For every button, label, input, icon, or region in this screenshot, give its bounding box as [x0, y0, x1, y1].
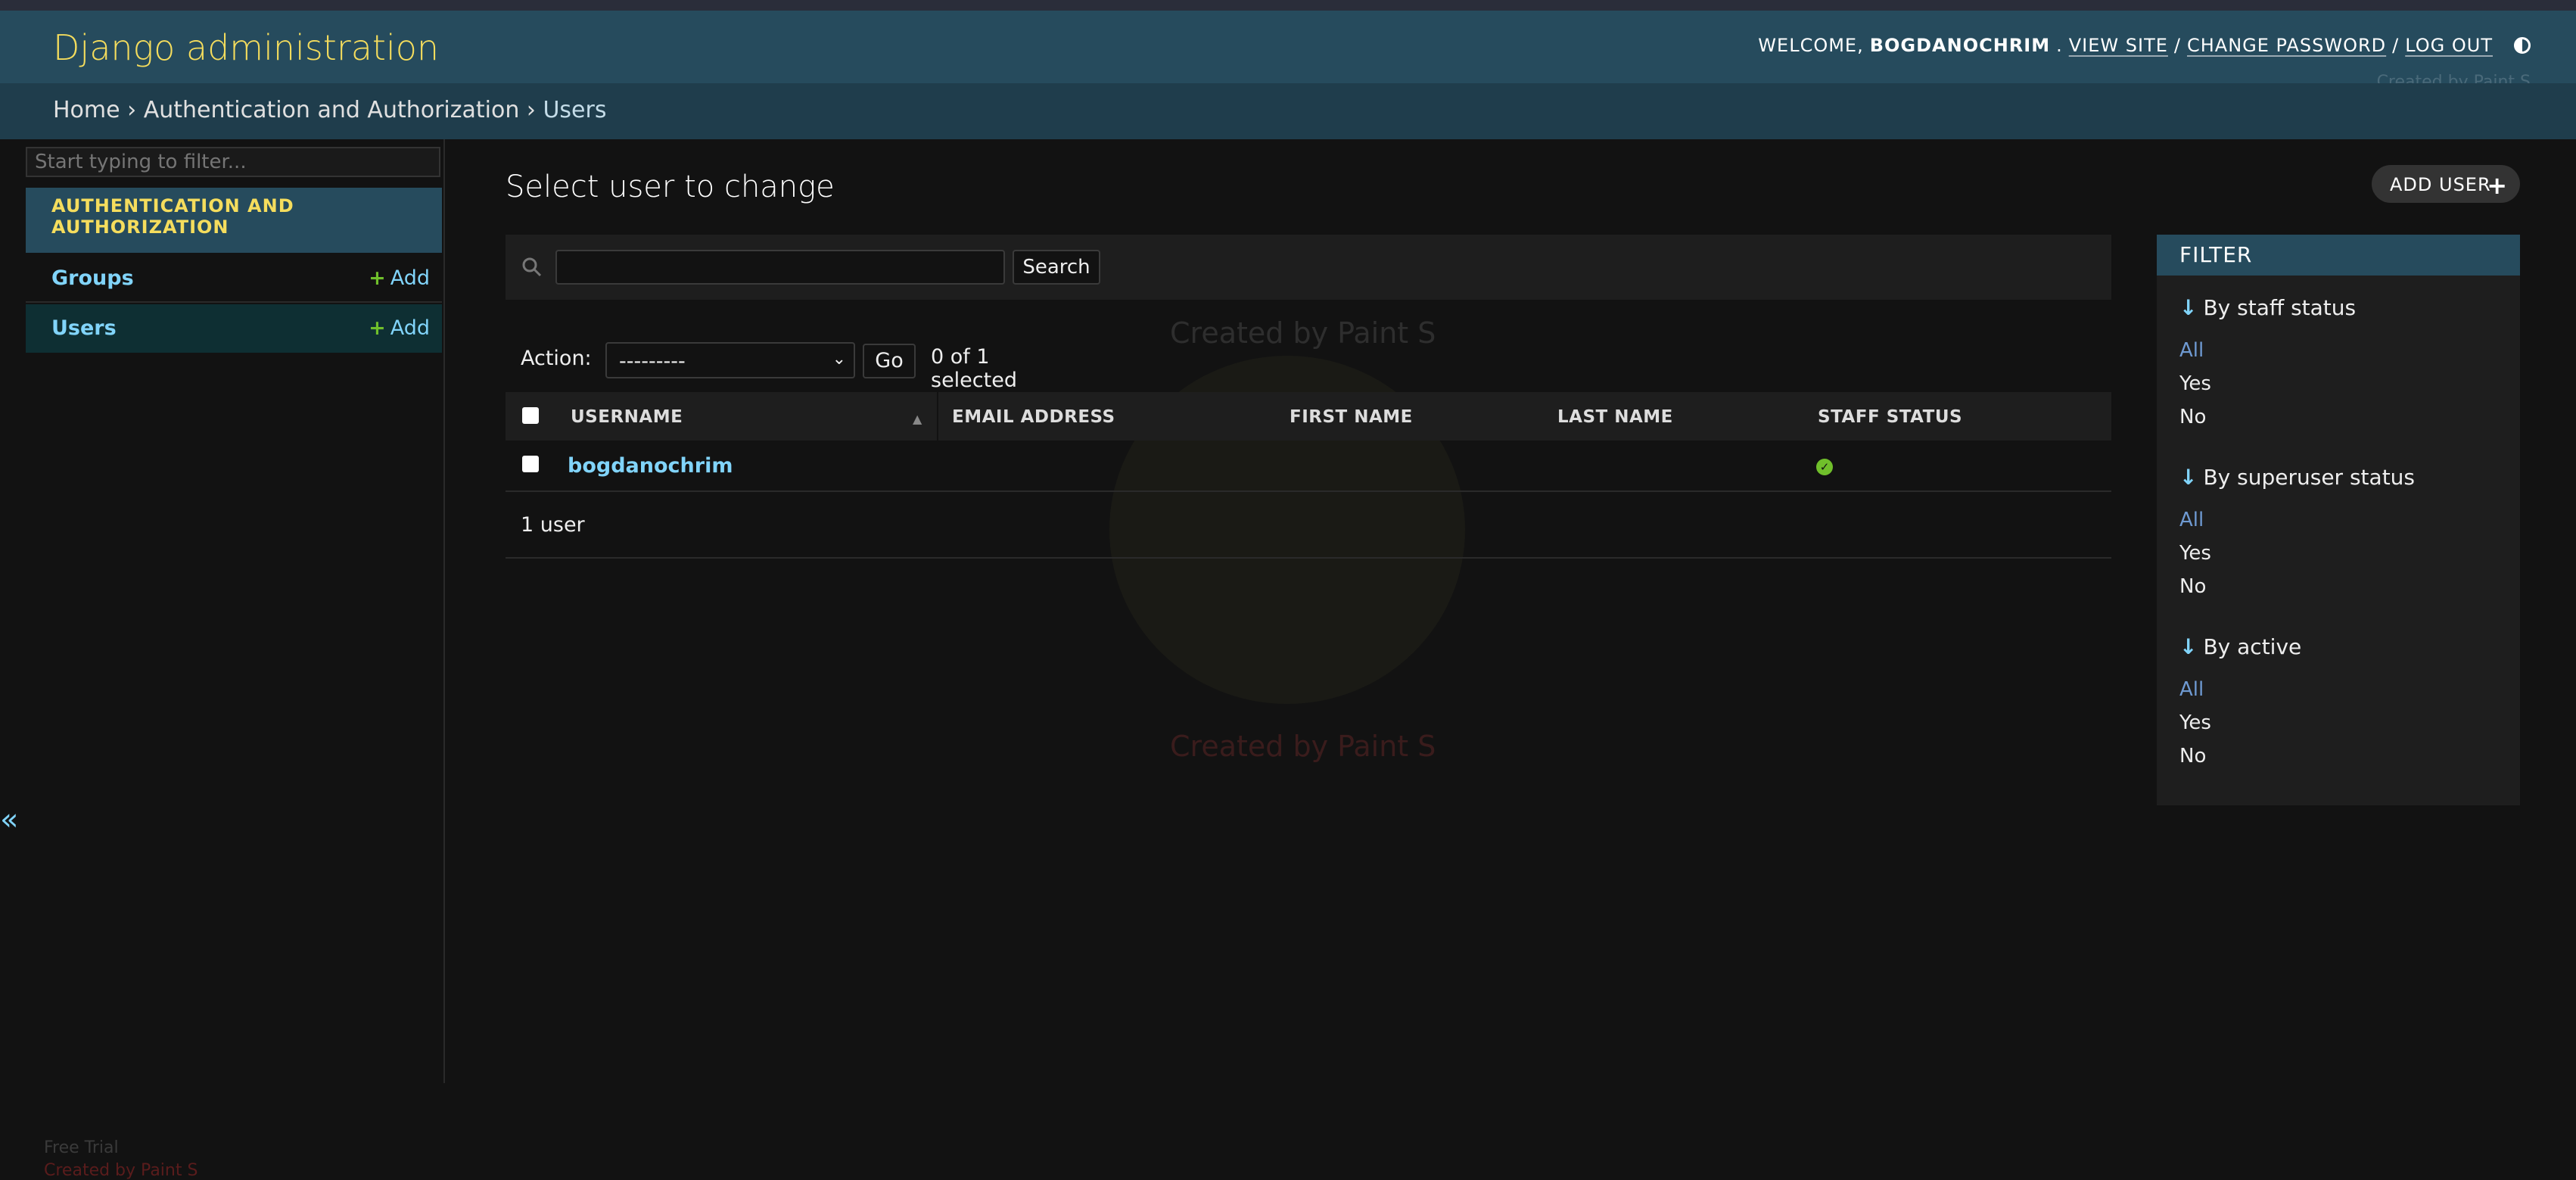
- view-site-link[interactable]: VIEW SITE: [2069, 35, 2168, 56]
- divider: [506, 557, 2111, 559]
- separator: /: [2392, 35, 2400, 56]
- watermark: Created by Paint S: [1170, 316, 1436, 350]
- filter-heading-label: By active: [2203, 634, 2302, 659]
- filter-option-all[interactable]: All: [2179, 678, 2204, 701]
- select-all-checkbox[interactable]: [522, 407, 539, 424]
- filter-option-no[interactable]: No: [2179, 406, 2206, 428]
- sidebar-add-users[interactable]: + Add: [369, 316, 430, 340]
- column-username[interactable]: USERNAME: [571, 407, 683, 427]
- sidebar-item-label[interactable]: Groups: [51, 266, 134, 290]
- welcome-text: WELCOME,: [1758, 35, 1864, 56]
- site-branding[interactable]: Django administration: [53, 27, 439, 68]
- sidebar-item-groups: Groups + Add: [26, 254, 442, 303]
- filter-option-no[interactable]: No: [2179, 575, 2206, 598]
- table-row: bogdanochrim ✓: [506, 442, 2111, 492]
- watermark: Created by Paint S: [44, 1161, 198, 1180]
- table-header: USERNAME ▲ EMAIL ADDRESS FIRST NAME LAST…: [506, 392, 2111, 441]
- nav-sidebar: AUTHENTICATION AND AUTHORIZATION Groups …: [26, 139, 445, 1180]
- filter-heading[interactable]: ↓ By active: [2179, 634, 2301, 659]
- column-staff-status[interactable]: STAFF STATUS: [1818, 407, 1962, 427]
- filter-panel: FILTER ↓ By staff status All Yes No ↓ By s…: [2157, 235, 2520, 805]
- sidebar-item-users: Users + Add: [26, 304, 442, 353]
- watermark: Created by Paint S: [1170, 730, 1436, 763]
- add-label: Add: [390, 266, 430, 290]
- plus-icon: +: [369, 316, 386, 340]
- action-label: Action:: [521, 347, 592, 370]
- filter-title: FILTER: [2157, 235, 2520, 276]
- app-caption-auth[interactable]: AUTHENTICATION AND AUTHORIZATION: [26, 188, 442, 253]
- filter-option-yes[interactable]: Yes: [2179, 372, 2211, 395]
- chevron-down-icon: ⌄: [832, 350, 846, 369]
- log-out-link[interactable]: LOG OUT: [2405, 35, 2493, 56]
- filter-option-all[interactable]: All: [2179, 509, 2204, 531]
- filter-heading-label: By superuser status: [2203, 465, 2416, 490]
- change-password-link[interactable]: CHANGE PASSWORD: [2187, 35, 2386, 56]
- filter-heading-label: By staff status: [2203, 295, 2357, 320]
- breadcrumb-app[interactable]: Authentication and Authorization: [144, 97, 520, 123]
- column-divider: [937, 392, 938, 441]
- selection-counter: 0 of 1 selected: [931, 345, 1017, 392]
- add-user-button[interactable]: ADD USER +: [2372, 165, 2520, 203]
- breadcrumb-current: Users: [543, 97, 607, 123]
- header: Django administration WELCOME, BOGDANOCH…: [0, 11, 2576, 92]
- column-first-name[interactable]: FIRST NAME: [1290, 407, 1413, 427]
- theme-toggle-icon[interactable]: [2514, 37, 2531, 54]
- plus-icon: +: [369, 266, 386, 290]
- row-checkbox[interactable]: [522, 456, 539, 472]
- sort-ascending-icon[interactable]: ▲: [913, 412, 922, 426]
- filter-heading[interactable]: ↓ By superuser status: [2179, 465, 2415, 490]
- action-select-value: ---------: [619, 350, 686, 373]
- add-user-label: ADD USER: [2390, 174, 2491, 195]
- sidebar-add-groups[interactable]: + Add: [369, 266, 430, 290]
- go-button[interactable]: Go: [863, 344, 916, 378]
- arrow-down-icon: ↓: [2179, 465, 2198, 490]
- column-last-name[interactable]: LAST NAME: [1557, 407, 1673, 427]
- window-top-strip: [0, 0, 2576, 11]
- username-link[interactable]: bogdanochrim: [568, 454, 733, 478]
- breadcrumb-home[interactable]: Home: [53, 97, 120, 123]
- watermark: Free Trial: [44, 1138, 119, 1157]
- column-email[interactable]: EMAIL ADDRESS: [952, 407, 1115, 427]
- breadcrumb-separator: ›: [127, 97, 137, 123]
- search-input[interactable]: [555, 250, 1005, 285]
- check-icon: ✓: [1816, 459, 1833, 475]
- search-button[interactable]: Search: [1013, 250, 1100, 285]
- plus-icon: +: [2487, 171, 2508, 200]
- search-toolbar: Search: [506, 235, 2111, 300]
- nav-filter-input[interactable]: [26, 147, 440, 177]
- collapse-sidebar-icon[interactable]: «: [0, 802, 18, 837]
- arrow-down-icon: ↓: [2179, 295, 2198, 320]
- filter-option-yes[interactable]: Yes: [2179, 711, 2211, 734]
- filter-heading[interactable]: ↓ By staff status: [2179, 295, 2356, 320]
- user-tools: WELCOME, BOGDANOCHRIM. VIEW SITE / CHANG…: [1758, 35, 2531, 56]
- page-title: Select user to change: [506, 170, 835, 204]
- username: BOGDANOCHRIM: [1869, 35, 2051, 56]
- action-select[interactable]: --------- ⌄: [605, 342, 855, 378]
- search-icon: [522, 257, 542, 277]
- add-label: Add: [390, 316, 430, 340]
- filter-option-no[interactable]: No: [2179, 745, 2206, 767]
- sidebar-item-label[interactable]: Users: [51, 316, 117, 340]
- breadcrumb-separator: ›: [526, 97, 536, 123]
- separator: /: [2173, 35, 2181, 56]
- paginator: 1 user: [521, 513, 585, 537]
- arrow-down-icon: ↓: [2179, 634, 2198, 659]
- filter-option-yes[interactable]: Yes: [2179, 542, 2211, 565]
- breadcrumb: Home › Authentication and Authorization …: [0, 83, 2576, 139]
- filter-option-all[interactable]: All: [2179, 339, 2204, 362]
